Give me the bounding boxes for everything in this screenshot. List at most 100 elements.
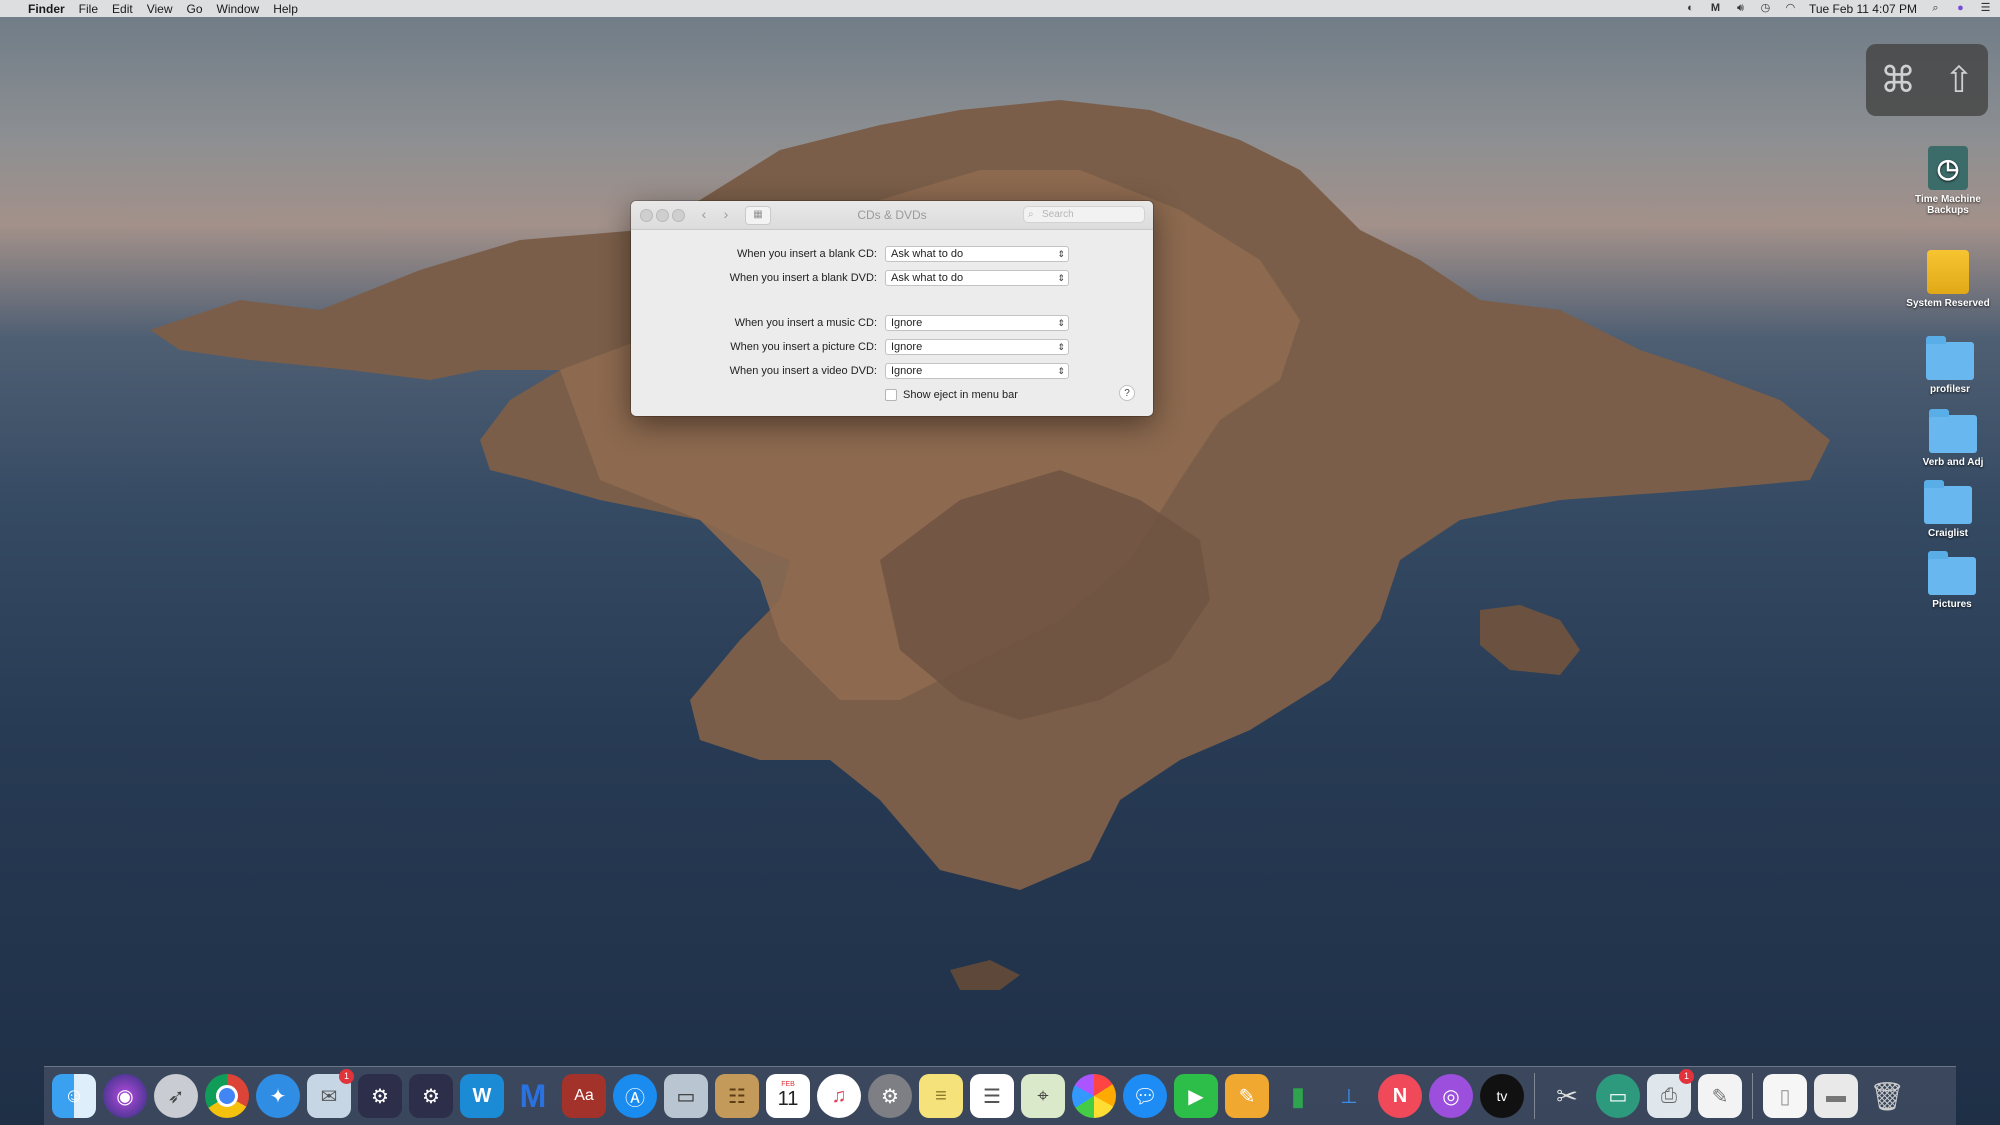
document-icon: ▯ xyxy=(1779,1085,1791,1108)
dock-finder[interactable]: ☺ xyxy=(52,1074,96,1118)
desktop-icon-profilesr[interactable]: profilesr xyxy=(1904,336,1996,395)
dock-chrome[interactable] xyxy=(205,1074,249,1118)
vpn-icon[interactable]: ◐ xyxy=(1684,3,1697,14)
dock-safari[interactable]: ✦ xyxy=(256,1074,300,1118)
music-cd-row: When you insert a music CD: Ignore ⇕ xyxy=(631,315,1153,333)
dock-dictionary[interactable]: Aa xyxy=(562,1074,606,1118)
show-eject-checkbox[interactable] xyxy=(885,389,897,401)
music-cd-popup[interactable]: Ignore ⇕ xyxy=(885,315,1069,331)
dock-messages[interactable]: 💬︎ xyxy=(1123,1074,1167,1118)
popup-arrows-icon: ⇕ xyxy=(1057,366,1065,376)
notification-center-icon[interactable]: ☰ xyxy=(1979,3,1992,14)
dock-screen-sharing[interactable]: ▭ xyxy=(1596,1074,1640,1118)
menu-window[interactable]: Window xyxy=(217,2,260,16)
volume-icon[interactable]: 🔊︎ xyxy=(1734,3,1747,14)
rocket-icon: ➶ xyxy=(167,1085,185,1108)
picture-cd-popup[interactable]: Ignore ⇕ xyxy=(885,339,1069,355)
dock-numbers[interactable]: ▮ xyxy=(1276,1074,1320,1118)
dock-mail[interactable]: ✉ 1 xyxy=(307,1069,354,1118)
desktop-icon-pictures[interactable]: Pictures xyxy=(1906,551,1998,610)
malwarebytes-icon[interactable]: M xyxy=(1709,3,1722,14)
desktop-wallpaper xyxy=(150,100,1830,990)
dock-app-settings-b[interactable]: ⚙ xyxy=(409,1074,453,1118)
spotlight-icon[interactable]: ⌕ xyxy=(1929,3,1942,14)
dock-keynote[interactable]: ⊥ xyxy=(1327,1074,1371,1118)
video-dvd-row: When you insert a video DVD: Ignore ⇕ xyxy=(631,363,1153,381)
dock-music[interactable]: ♫ xyxy=(817,1074,861,1118)
status-area: ◐ M 🔊︎ ◷ ◠ Tue Feb 11 4:07 PM ⌕ ● ☰ xyxy=(1684,2,1992,16)
desktop-icon-craiglist[interactable]: Craiglist xyxy=(1902,480,1994,539)
dock: ☺ ◉ ➶ ✦ ✉ 1 ⚙ ⚙ W M Aa Ⓐ ▭ ☷ FEB 11 ♫ ⚙ ≡… xyxy=(44,1066,1956,1125)
folder-icon xyxy=(1926,336,1974,380)
blank-dvd-label: When you insert a blank DVD: xyxy=(729,272,877,284)
dock-app-settings-a[interactable]: ⚙ xyxy=(358,1074,402,1118)
dock-word[interactable]: W xyxy=(460,1074,504,1118)
dock-textedit[interactable]: ✎ xyxy=(1698,1074,1742,1118)
menu-file[interactable]: File xyxy=(79,2,98,16)
dock-utilities[interactable]: ✂ xyxy=(1545,1074,1589,1118)
menu-app-name[interactable]: Finder xyxy=(28,2,65,16)
show-eject-label[interactable]: Show eject in menu bar xyxy=(903,389,1018,401)
popup-arrows-icon: ⇕ xyxy=(1057,342,1065,352)
menu-view[interactable]: View xyxy=(147,2,173,16)
menu-help[interactable]: Help xyxy=(273,2,298,16)
blank-cd-popup[interactable]: Ask what to do ⇕ xyxy=(885,246,1069,262)
time-machine-icon: ◷ xyxy=(1928,146,1968,190)
dock-app-store[interactable]: Ⓐ xyxy=(613,1074,657,1118)
video-dvd-label: When you insert a video DVD: xyxy=(729,365,877,377)
dock-podcasts[interactable]: ◎ xyxy=(1429,1074,1473,1118)
news-icon: N xyxy=(1392,1084,1408,1107)
dock-notes[interactable]: ≡ xyxy=(919,1074,963,1118)
popup-arrows-icon: ⇕ xyxy=(1057,318,1065,328)
menu-edit[interactable]: Edit xyxy=(112,2,133,16)
finder-icon: ☺ xyxy=(63,1084,85,1107)
command-key-icon: ⌘ xyxy=(1879,59,1916,100)
podium-icon: ⊥ xyxy=(1340,1085,1358,1108)
mail-icon: ✉ xyxy=(320,1085,338,1108)
dock-system-preferences[interactable]: ⚙ xyxy=(868,1074,912,1118)
wifi-icon[interactable]: ◠ xyxy=(1784,3,1797,14)
music-cd-label: When you insert a music CD: xyxy=(734,317,877,329)
desktop-icon-label: profilesr xyxy=(1929,384,1970,395)
blank-cd-label: When you insert a blank CD: xyxy=(736,248,877,260)
keyboard-hud: ⌘ ⇧ xyxy=(1866,44,1988,116)
dock-downloads-app[interactable]: ⎙ 1 xyxy=(1647,1069,1694,1118)
dock-launchpad[interactable]: ➶ xyxy=(154,1074,198,1118)
dock-maps[interactable]: ⌖ xyxy=(1021,1074,1065,1118)
dock-apple-tv[interactable]: tv xyxy=(1480,1074,1524,1118)
shift-key-icon: ⇧ xyxy=(1943,59,1975,100)
dock-contacts[interactable]: ☷ xyxy=(715,1074,759,1118)
dock-document-stack[interactable]: ▯ xyxy=(1763,1074,1807,1118)
dock-preview[interactable]: ▭ xyxy=(664,1074,708,1118)
dock-calendar[interactable]: FEB 11 xyxy=(766,1074,810,1118)
map-icon: ⌖ xyxy=(1037,1084,1049,1107)
help-button[interactable]: ? xyxy=(1119,385,1135,401)
desktop-icon-verb-and-adj[interactable]: Verb and Adj xyxy=(1907,409,1999,468)
desktop-icon-time-machine[interactable]: ◷ Time Machine Backups xyxy=(1902,146,1994,216)
siri-icon[interactable]: ● xyxy=(1954,3,1967,14)
dock-malwarebytes[interactable]: M xyxy=(511,1074,555,1118)
dock-separator xyxy=(1534,1073,1535,1119)
menu-go[interactable]: Go xyxy=(187,2,203,16)
dock-downloads-stack[interactable]: ▬ xyxy=(1814,1074,1858,1118)
time-machine-status-icon[interactable]: ◷ xyxy=(1759,3,1772,14)
dock-trash[interactable]: 🗑︎ xyxy=(1865,1074,1909,1118)
speech-bubble-icon: 💬︎ xyxy=(1132,1085,1158,1108)
video-camera-icon: ▶ xyxy=(1188,1085,1204,1108)
document-icon: ✎ xyxy=(1711,1085,1729,1108)
dock-news[interactable]: N xyxy=(1378,1074,1422,1118)
gear-icon: ⚙ xyxy=(371,1085,389,1108)
dock-photos[interactable] xyxy=(1072,1074,1116,1118)
dock-siri[interactable]: ◉ xyxy=(103,1074,147,1118)
notification-badge: 1 xyxy=(339,1069,354,1084)
dock-facetime[interactable]: ▶ xyxy=(1174,1074,1218,1118)
dock-pages[interactable]: ✎ xyxy=(1225,1074,1269,1118)
menu-clock[interactable]: Tue Feb 11 4:07 PM xyxy=(1809,2,1917,16)
desktop-icon-system-reserved[interactable]: System Reserved xyxy=(1902,250,1994,309)
blank-dvd-popup[interactable]: Ask what to do ⇕ xyxy=(885,270,1069,286)
drive-icon xyxy=(1927,250,1969,294)
search-field[interactable]: ⌕ Search xyxy=(1023,206,1145,223)
video-dvd-popup[interactable]: Ignore ⇕ xyxy=(885,363,1069,379)
desktop-icon-label: Pictures xyxy=(1932,599,1972,610)
dock-reminders[interactable]: ☰ xyxy=(970,1074,1014,1118)
